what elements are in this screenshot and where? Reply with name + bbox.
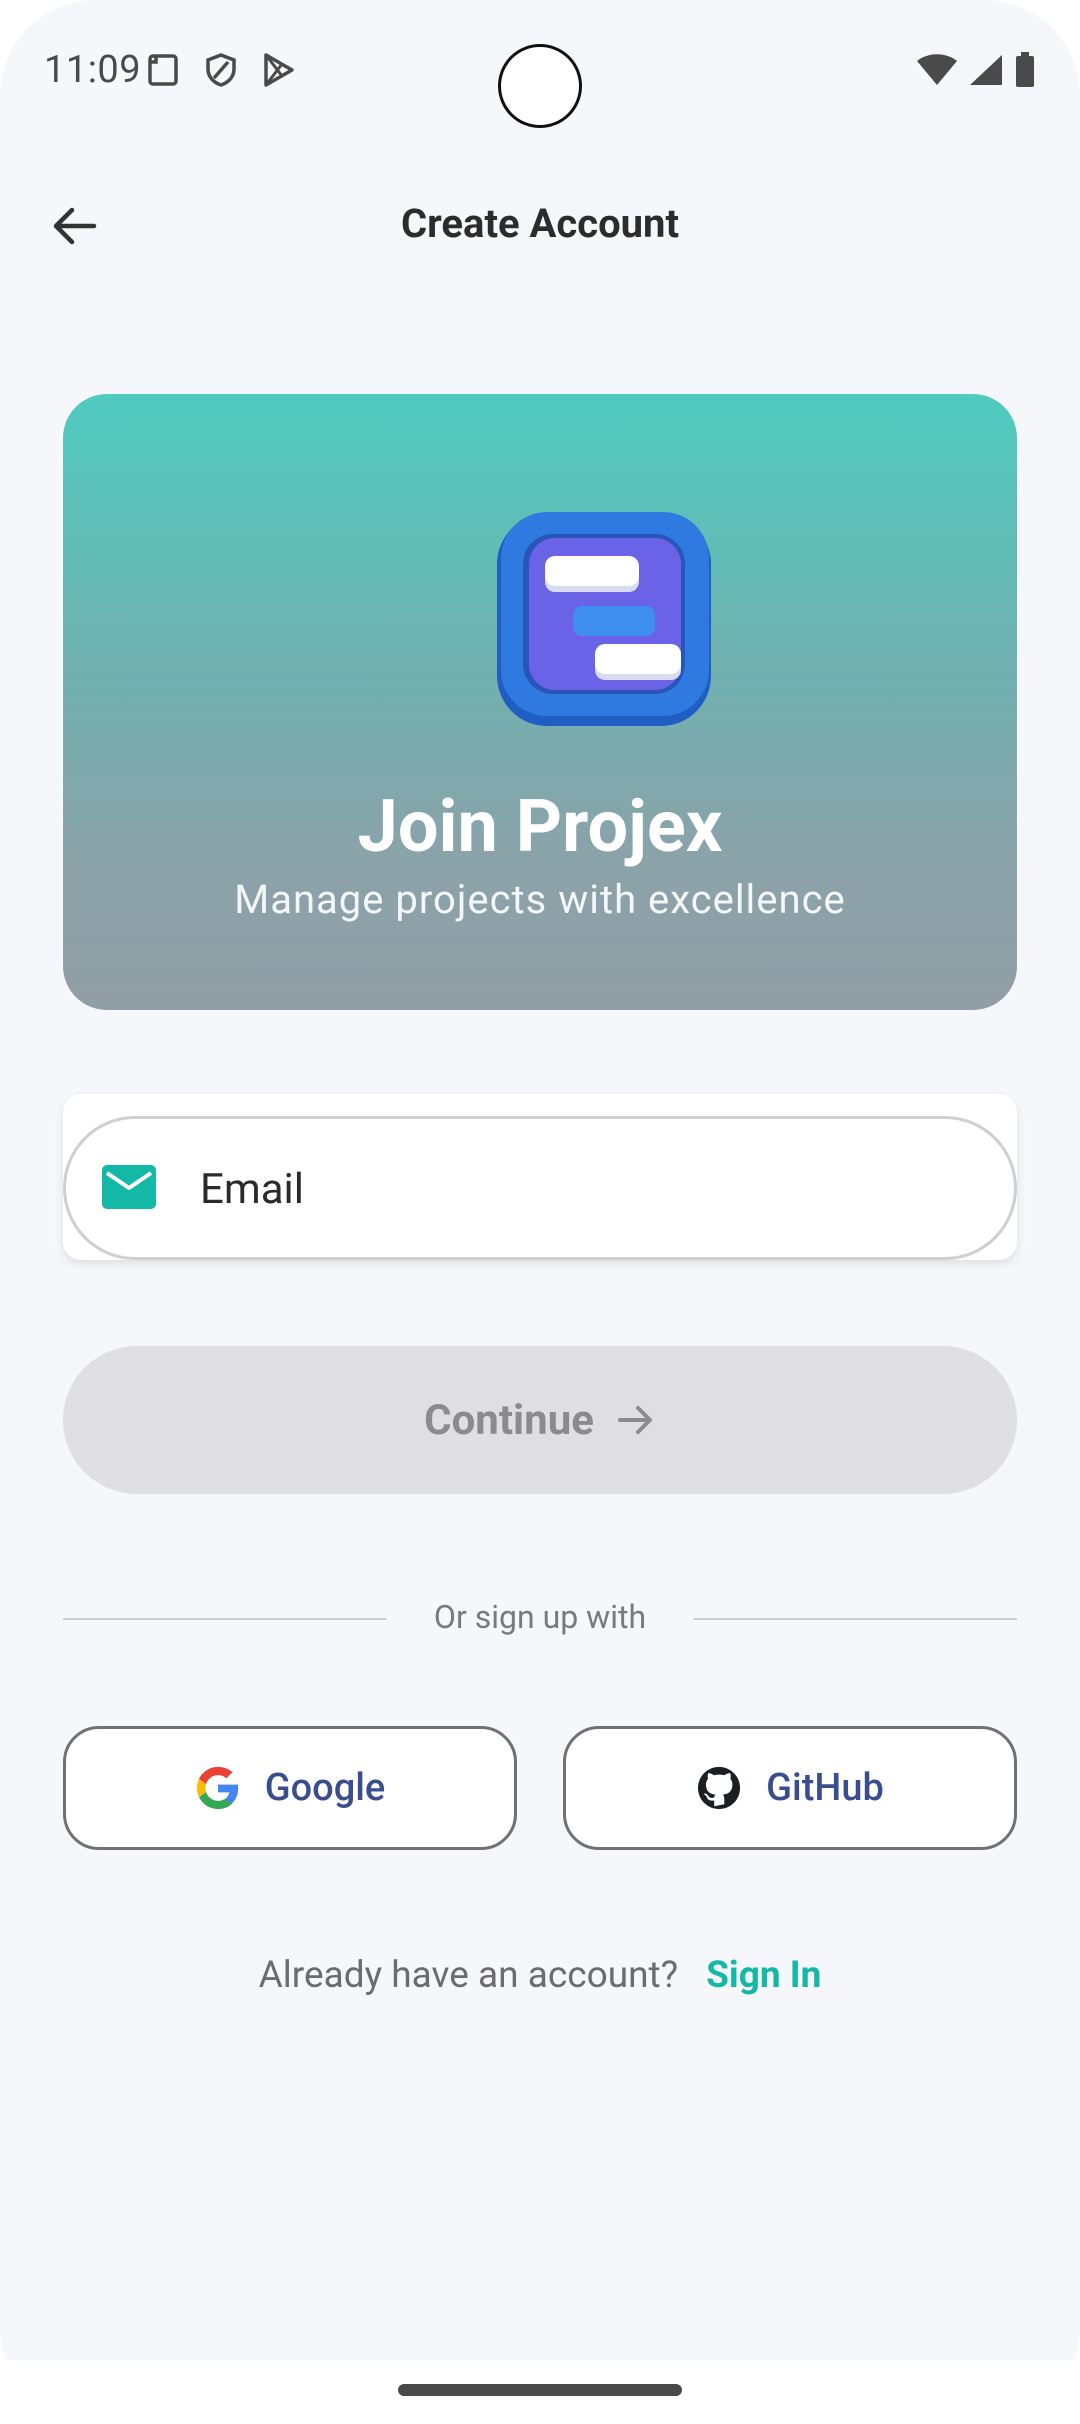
divider-text: Or sign up with (433, 1598, 647, 1636)
shield-icon (206, 53, 236, 87)
projex-logo-icon (497, 512, 711, 726)
divider: Or sign up with (63, 1596, 1017, 1640)
play-store-icon (264, 53, 294, 87)
screenshot-icon (148, 54, 178, 86)
github-signup-button[interactable]: GitHub (563, 1726, 1017, 1850)
email-label: Email (200, 1165, 304, 1214)
hero-subtitle: Manage projects with excellence (234, 876, 846, 923)
home-indicator[interactable] (398, 2384, 682, 2396)
wifi-icon (917, 54, 957, 85)
signin-row: Already have an account? Sign In (0, 1954, 1080, 1997)
continue-label: Continue (424, 1395, 594, 1445)
app-bar: Create Account (0, 170, 1080, 282)
status-icons-left (146, 52, 296, 88)
sign-in-link[interactable]: Sign In (706, 1954, 821, 1997)
github-icon (698, 1766, 741, 1810)
status-time: 11:09 (44, 48, 142, 92)
hero-banner: Join Projex Manage projects with excelle… (63, 394, 1017, 1010)
github-label: GitHub (766, 1766, 884, 1810)
hero-title: Join Projex (357, 784, 723, 869)
email-field[interactable]: Email (63, 1116, 1017, 1260)
email-card: Email (63, 1094, 1017, 1260)
google-signup-button[interactable]: Google (63, 1726, 517, 1850)
camera-cutout (498, 44, 582, 128)
signal-icon (970, 55, 1002, 85)
status-bar: 11:09 (0, 0, 1080, 140)
arrow-right-icon (617, 1406, 652, 1434)
continue-button[interactable]: Continue (63, 1346, 1017, 1494)
divider-line-right (693, 1618, 1017, 1620)
google-icon (196, 1766, 238, 1810)
page-title: Create Account (400, 200, 680, 247)
screen: 11:09 Create Account Join Projex Manage … (0, 0, 1080, 2424)
status-icons-right (916, 52, 1036, 88)
signin-prompt: Already have an account? (258, 1954, 679, 1997)
battery-icon (1016, 52, 1034, 87)
mail-icon (102, 1165, 156, 1209)
google-label: Google (264, 1766, 386, 1810)
